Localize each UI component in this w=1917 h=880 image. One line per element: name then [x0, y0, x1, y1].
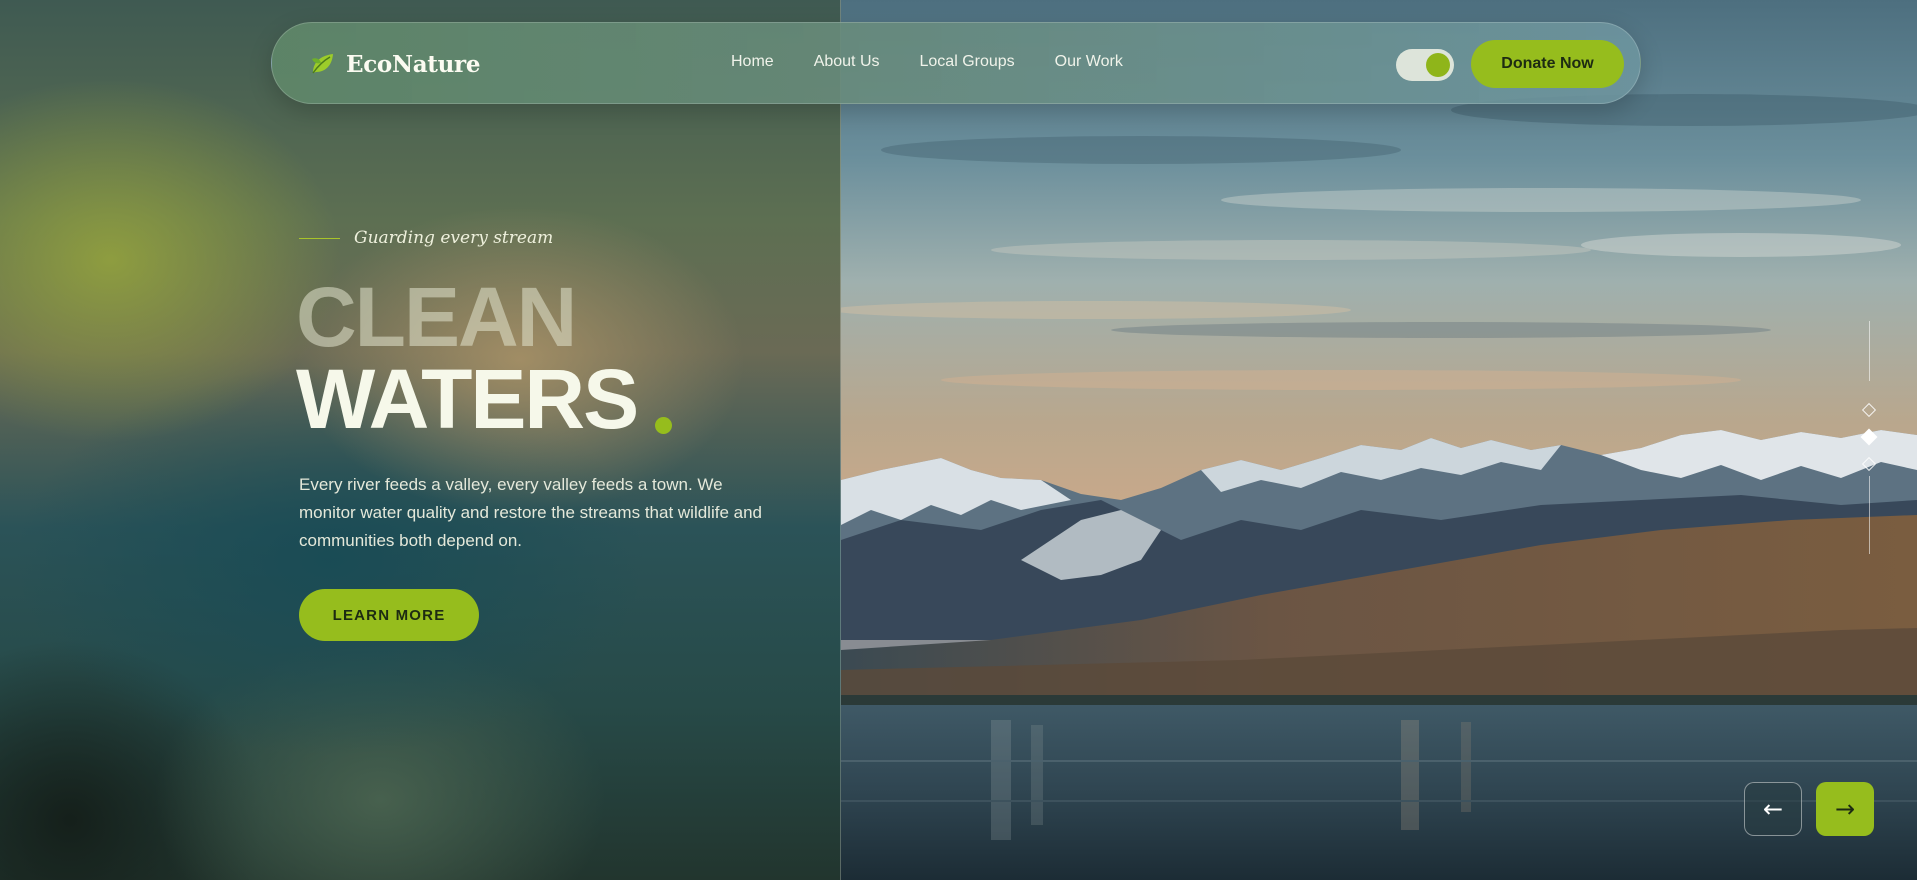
nav-links: Home About Us Local Groups Our Work [731, 53, 1123, 71]
theme-toggle[interactable] [1396, 49, 1454, 81]
nav-link-our-work[interactable]: Our Work [1055, 53, 1123, 71]
eyebrow-divider [299, 237, 340, 239]
nav-link-about-us[interactable]: About Us [814, 53, 880, 71]
nav-link-local-groups[interactable]: Local Groups [920, 53, 1015, 71]
prev-slide-button[interactable]: ← [1744, 782, 1802, 836]
donate-button[interactable]: Donate Now [1471, 40, 1624, 88]
indicator-line-bottom [1869, 476, 1870, 554]
learn-more-button[interactable]: LEARN MORE [299, 589, 479, 641]
navbar: EcoNature Home About Us Local Groups Our… [271, 22, 1641, 104]
nav-link-home[interactable]: Home [731, 53, 774, 71]
next-slide-button[interactable]: → [1816, 782, 1874, 836]
hero-description: Every river feeds a valley, every valley… [299, 475, 763, 550]
arrow-left-icon: ← [1762, 795, 1784, 823]
toggle-knob [1426, 53, 1450, 77]
hero-landscape-image [841, 0, 1917, 880]
headline-accent-dot [655, 417, 672, 434]
headline-line-2: WATERS [296, 352, 639, 446]
leaf-icon [312, 54, 333, 74]
eyebrow-text: Guarding every stream [354, 228, 554, 248]
indicator-line-top [1869, 321, 1870, 381]
hero-eyebrow: Guarding every stream [299, 228, 553, 248]
brand-name: EcoNature [346, 50, 481, 78]
brand-logo[interactable]: EcoNature [310, 49, 481, 79]
arrow-right-icon: → [1834, 795, 1856, 823]
headline-line-1: CLEAN [296, 270, 577, 364]
